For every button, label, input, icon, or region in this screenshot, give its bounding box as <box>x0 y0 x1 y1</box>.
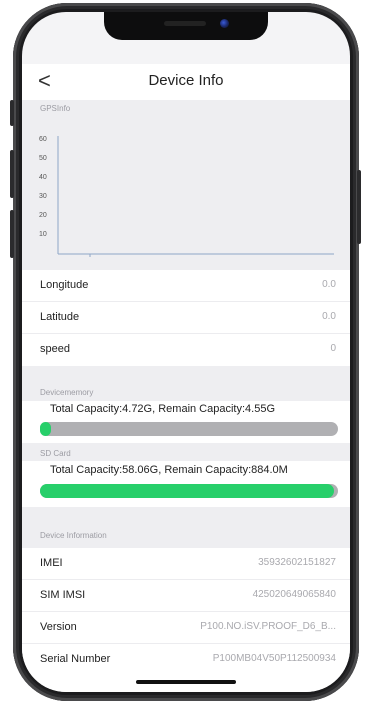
list-row-sim-imsi: SIM IMSI 425020649065840 <box>22 580 350 612</box>
row-label: Version <box>40 621 77 633</box>
page-title: Device Info <box>148 72 224 89</box>
screen: < Device Info GPSInfo 60 50 40 30 20 10 … <box>22 12 350 692</box>
row-label: Latitude <box>40 311 80 323</box>
power-button <box>357 170 361 244</box>
sd-card-progress-bar <box>40 484 338 498</box>
device-memory-panel: Total Capacity:4.72G, Remain Capacity:4.… <box>22 401 350 443</box>
row-value: 0.0 <box>322 311 336 322</box>
sd-card-progress-fill <box>40 484 334 498</box>
list-row-serial-number: Serial Number P100MB04V50P112500934 <box>22 644 350 676</box>
y-tick-label: 20 <box>39 212 47 219</box>
row-label: Serial Number <box>40 653 111 665</box>
nav-bar: < Device Info <box>22 64 350 100</box>
row-value: P100MB04V50P112500934 <box>212 653 336 664</box>
list-row-speed: speed 0 <box>22 334 350 366</box>
list-row-imei: IMEI 35932602151827 <box>22 548 350 580</box>
home-indicator[interactable] <box>136 680 236 684</box>
row-value: P100.NO.iSV.PROOF_D6_B... <box>200 621 336 632</box>
y-tick-label: 10 <box>39 231 47 238</box>
row-value: 425020649065840 <box>252 589 336 600</box>
row-label: speed <box>40 343 70 355</box>
row-label: IMEI <box>40 557 63 569</box>
row-label: Longitude <box>40 279 89 291</box>
row-value: 0 <box>330 343 336 354</box>
device-memory-progress-fill <box>40 422 51 436</box>
row-value: 0.0 <box>322 279 336 290</box>
sd-card-panel: Total Capacity:58.06G, Remain Capacity:8… <box>22 461 350 507</box>
earpiece-speaker <box>164 21 206 26</box>
sd-card-label: SD Card <box>40 449 71 458</box>
sd-card-capacity-text: Total Capacity:58.06G, Remain Capacity:8… <box>50 464 288 476</box>
front-camera <box>220 19 229 28</box>
y-tick-label: 30 <box>39 193 47 200</box>
list-row-longitude: Longitude 0.0 <box>22 270 350 302</box>
gps-info-label: GPSInfo <box>40 104 71 113</box>
silent-switch <box>10 100 14 126</box>
device-information-section: Device Information <box>22 518 350 548</box>
notch <box>104 12 268 40</box>
location-list: Longitude 0.0 Latitude 0.0 speed 0 <box>22 270 350 366</box>
list-row-version: Version P100.NO.iSV.PROOF_D6_B... <box>22 612 350 644</box>
volume-up-button <box>10 150 14 198</box>
device-information-list: IMEI 35932602151827 SIM IMSI 42502064906… <box>22 548 350 692</box>
device-memory-label: Devicememory <box>40 388 94 397</box>
device-memory-progress-bar <box>40 422 338 436</box>
volume-down-button <box>10 210 14 258</box>
row-value: 35932602151827 <box>258 557 336 568</box>
y-tick-label: 40 <box>39 174 47 181</box>
gps-chart: 60 50 40 30 20 10 <box>39 136 334 257</box>
device-information-label: Device Information <box>40 531 107 540</box>
list-row-latitude: Latitude 0.0 <box>22 302 350 334</box>
y-tick-label: 50 <box>39 155 47 162</box>
y-tick-label: 60 <box>39 136 47 143</box>
row-label: SIM IMSI <box>40 589 86 601</box>
device-memory-capacity-text: Total Capacity:4.72G, Remain Capacity:4.… <box>50 403 276 415</box>
